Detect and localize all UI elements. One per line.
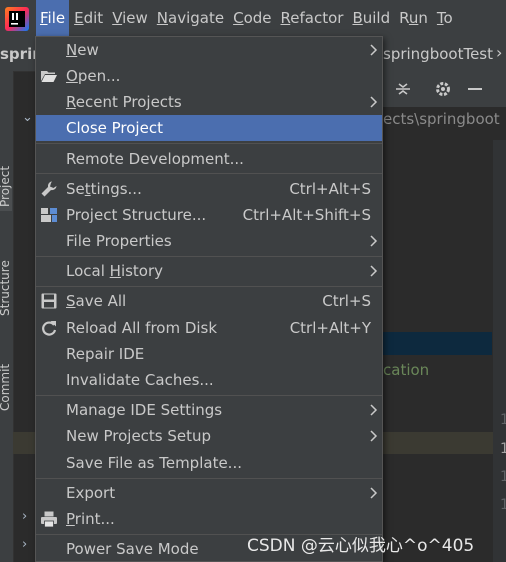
menu-item-new[interactable]: New	[36, 37, 382, 63]
gear-icon[interactable]	[433, 79, 453, 99]
tree-collapsed-icon[interactable]: ›	[22, 509, 27, 524]
print-icon	[41, 511, 57, 528]
tool-tab-structure[interactable]: Structure	[0, 260, 12, 316]
shortcut: Ctrl+S	[322, 292, 371, 310]
wrench-icon	[41, 181, 57, 197]
submenu-arrow-icon	[370, 487, 378, 499]
menu-separator	[36, 478, 382, 479]
save-icon	[41, 293, 57, 309]
menu-item-settings[interactable]: Settings... Ctrl+Alt+S	[36, 176, 382, 202]
menu-refactor[interactable]: Refactor	[277, 0, 348, 37]
menu-separator	[36, 286, 382, 287]
shortcut: Ctrl+Alt+S	[289, 180, 371, 198]
menu-item-invalidate-caches[interactable]: Invalidate Caches...	[36, 367, 382, 393]
collapse-all-icon[interactable]	[393, 79, 413, 99]
menu-item-remote-development[interactable]: Remote Development...	[36, 146, 382, 172]
tool-tab-commit[interactable]: Commit	[0, 364, 12, 411]
menu-view[interactable]: View	[108, 0, 152, 37]
menu-separator	[36, 395, 382, 396]
shortcut: Ctrl+Alt+Y	[289, 319, 371, 337]
project-structure-icon	[41, 208, 57, 222]
menu-separator	[36, 256, 382, 257]
reload-icon	[42, 321, 57, 336]
folder-open-icon	[41, 71, 57, 82]
chevron-right-icon: ›	[496, 43, 503, 62]
left-tool-strip: Project Structure Commit	[0, 71, 14, 562]
project-path: ects\springboot	[383, 110, 500, 128]
menu-separator	[36, 173, 382, 174]
menu-item-manage-ide-settings[interactable]: Manage IDE Settings	[36, 397, 382, 423]
menu-item-reload-all-from-disk[interactable]: Reload All from Disk Ctrl+Alt+Y	[36, 315, 382, 341]
submenu-arrow-icon	[370, 265, 378, 277]
shortcut: Ctrl+Alt+Shift+S	[242, 206, 371, 224]
menu-build[interactable]: Build	[348, 0, 394, 37]
file-menu-dropdown: New Open... Recent Projects Close Projec…	[35, 36, 383, 562]
menu-item-close-project[interactable]: Close Project	[36, 115, 382, 141]
menu-bar: File Edit View Navigate Code Refactor Bu…	[0, 0, 506, 37]
watermark-text: CSDN @云心似我心^o^405	[247, 536, 475, 556]
line-number: 1	[500, 441, 506, 457]
menu-navigate[interactable]: Navigate	[153, 0, 228, 37]
menu-item-print[interactable]: Print...	[36, 506, 382, 532]
intellij-logo-icon[interactable]	[4, 6, 30, 32]
menu-file[interactable]: File	[36, 0, 70, 37]
tree-collapsed-icon[interactable]: ›	[22, 537, 27, 552]
menu-item-new-projects-setup[interactable]: New Projects Setup	[36, 423, 382, 449]
menu-separator	[36, 143, 382, 144]
tree-selection	[383, 332, 492, 355]
project-toolbar	[383, 71, 506, 107]
submenu-arrow-icon	[370, 430, 378, 442]
tree-expand-icon[interactable]: ⌄	[22, 110, 33, 125]
menu-edit[interactable]: Edit	[70, 0, 107, 37]
menu-tools[interactable]: To	[433, 0, 457, 37]
submenu-arrow-icon	[370, 96, 378, 108]
menu-item-recent-projects[interactable]: Recent Projects	[36, 89, 382, 115]
breadcrumb[interactable]: springbootTest	[383, 45, 493, 63]
menu-item-project-structure[interactable]: Project Structure... Ctrl+Alt+Shift+S	[36, 202, 382, 228]
menu-item-file-properties[interactable]: File Properties	[36, 228, 382, 254]
menu-item-local-history[interactable]: Local History	[36, 258, 382, 284]
line-number: 1	[500, 412, 506, 428]
submenu-arrow-icon	[370, 235, 378, 247]
menu-item-open[interactable]: Open...	[36, 63, 382, 89]
menu-item-save-all[interactable]: Save All Ctrl+S	[36, 288, 382, 314]
submenu-arrow-icon	[370, 404, 378, 416]
line-number: 1	[500, 497, 506, 513]
tool-tab-project[interactable]: Project	[0, 166, 12, 211]
menu-run[interactable]: Run	[395, 0, 432, 37]
submenu-arrow-icon	[370, 44, 378, 56]
line-number: 1	[500, 469, 506, 485]
class-name-text: cation	[383, 361, 430, 379]
minimize-icon[interactable]	[465, 79, 485, 99]
menu-item-repair-ide[interactable]: Repair IDE	[36, 341, 382, 367]
menu-item-export[interactable]: Export	[36, 480, 382, 506]
menu-code[interactable]: Code	[229, 0, 275, 37]
menu-item-save-file-as-template[interactable]: Save File as Template...	[36, 450, 382, 476]
